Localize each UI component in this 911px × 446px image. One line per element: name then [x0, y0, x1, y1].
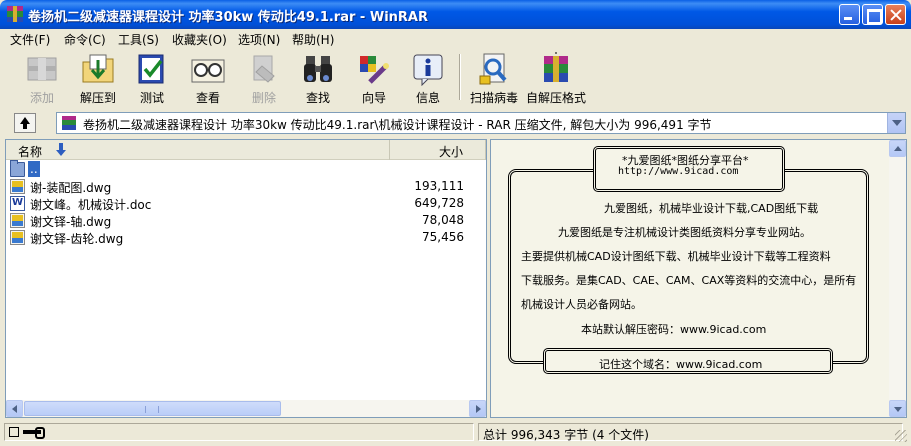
table-row[interactable]: 谢文铎-齿轮.dwg 75,456: [6, 229, 486, 246]
size-column-header[interactable]: 大小: [391, 140, 486, 160]
row-name: 谢文铎-齿轮.dwg: [30, 232, 124, 246]
info-label: 信息: [415, 91, 440, 105]
path-dropdown-arrow-icon[interactable]: [887, 113, 905, 133]
up-one-level-button[interactable]: [14, 113, 36, 133]
resize-grip-icon[interactable]: [895, 430, 907, 442]
sort-down-arrow-icon: [56, 143, 68, 157]
comment-line3: 主要提供机械CAD设计图纸下载、机械毕业设计下载等工程资料: [521, 250, 831, 263]
row-name: 谢-装配图.dwg: [30, 181, 112, 195]
row-name: ..: [28, 161, 40, 177]
add-icon: [27, 57, 57, 81]
maximize-button[interactable]: [862, 4, 883, 25]
virus-scan-icon: [479, 53, 507, 85]
status-total: 总计 996,343 字节 (4 个文件): [483, 428, 649, 442]
menu-file[interactable]: 文件(F): [10, 31, 50, 48]
menu-commands[interactable]: 命令(C): [64, 31, 106, 48]
view-icon: [191, 59, 225, 83]
sfx-button[interactable]: 自解压格式: [526, 50, 586, 106]
column-header: 名称 大小: [6, 140, 486, 160]
size-column-label: 大小: [438, 145, 463, 159]
key-icon[interactable]: [23, 427, 45, 439]
path-bar: 卷扬机二级减速器课程设计 功率30kw 传动比49.1.rar\机械设计课程设计…: [4, 110, 907, 136]
binoculars-icon: [304, 56, 332, 82]
virus-scan-button[interactable]: 扫描病毒: [466, 50, 522, 106]
sfx-label: 自解压格式: [525, 91, 586, 105]
menu-help[interactable]: 帮助(H): [292, 31, 334, 48]
window-title: 卷扬机二级减速器课程设计 功率30kw 传动比49.1.rar - WinRAR: [28, 10, 428, 25]
row-size: 193,111: [414, 179, 464, 193]
comment-line4: 下载服务。是集CAD、CAE、CAM、CAX等资料的交流中心，是所有: [521, 274, 857, 287]
comment-line2: 九爱图纸是专注机械设计类图纸资料分享专业网站。: [558, 226, 811, 239]
scroll-down-arrow-icon[interactable]: [889, 400, 906, 417]
word-doc-icon: [10, 196, 25, 211]
status-bar: 总计 996,343 字节 (4 个文件): [4, 422, 907, 442]
comment-bottom-line: 记住这个域名：www.9icad.com: [599, 358, 763, 371]
menu-favorites[interactable]: 收藏夹(O): [172, 31, 227, 48]
menu-bar: 文件(F) 命令(C) 工具(S) 收藏夹(O) 选项(N) 帮助(H): [4, 29, 907, 47]
row-name: 谢文峰。机械设计.doc: [30, 198, 152, 212]
delete-icon: [253, 55, 275, 83]
scroll-right-arrow-icon[interactable]: [469, 400, 486, 417]
test-icon: [138, 54, 164, 84]
winrar-app-icon[interactable]: [7, 6, 23, 22]
file-list[interactable]: 名称 大小 .. 谢-装配图.dwg 193,111 谢文峰。机械设计.doc …: [5, 139, 487, 418]
row-size: 649,728: [414, 196, 464, 210]
title-bar: 卷扬机二级减速器课程设计 功率30kw 传动比49.1.rar - WinRAR: [0, 0, 911, 29]
comment-line1: 九爱图纸，机械毕业设计下载,CAD图纸下载: [604, 202, 819, 215]
table-row[interactable]: 谢文铎-轴.dwg 78,048: [6, 212, 486, 229]
dwg-file-icon: [10, 230, 25, 245]
menu-options[interactable]: 选项(N): [238, 31, 280, 48]
comment-line6: 本站默认解压密码：www.9icad.com: [581, 323, 767, 336]
table-row[interactable]: 谢-装配图.dwg 193,111: [6, 178, 486, 195]
archive-comment-pane[interactable]: *九爱图纸*图纸分享平台* http://www.9icad.com 九爱图纸，…: [490, 139, 907, 418]
scroll-up-arrow-icon[interactable]: [889, 140, 906, 157]
status-left-panel: [4, 423, 474, 441]
file-list-horizontal-scrollbar[interactable]: [6, 400, 486, 417]
sfx-icon: [544, 52, 568, 82]
path-text: 卷扬机二级减速器课程设计 功率30kw 传动比49.1.rar\机械设计课程设计…: [83, 118, 712, 132]
info-button[interactable]: 信息: [400, 50, 456, 106]
scroll-left-arrow-icon[interactable]: [6, 400, 23, 417]
comment-line5: 机械设计人员必备网站。: [521, 298, 642, 311]
info-icon: [413, 54, 443, 86]
horizontal-scroll-thumb[interactable]: [24, 401, 281, 416]
parent-folder-icon: [10, 160, 25, 177]
comment-vertical-scrollbar[interactable]: [889, 140, 906, 417]
row-name: 谢文铎-轴.dwg: [30, 215, 112, 229]
wizard-icon: [360, 56, 389, 84]
row-size: 78,048: [422, 213, 464, 227]
archive-icon: [62, 116, 76, 130]
close-button[interactable]: [885, 4, 906, 25]
extract-to-icon: [82, 54, 114, 83]
path-combo[interactable]: 卷扬机二级减速器课程设计 功率30kw 传动比49.1.rar\机械设计课程设计…: [56, 112, 906, 134]
dwg-file-icon: [10, 213, 25, 228]
name-column-header[interactable]: 名称: [6, 140, 390, 160]
name-column-label: 名称: [18, 145, 43, 159]
table-row[interactable]: 谢文峰。机械设计.doc 649,728: [6, 195, 486, 212]
minimize-button[interactable]: [839, 4, 860, 25]
table-row-parent[interactable]: ..: [6, 160, 486, 178]
menu-tools[interactable]: 工具(S): [118, 31, 159, 48]
dwg-file-icon: [10, 179, 25, 194]
comment-top-line2: http://www.9icad.com: [618, 166, 739, 177]
toolbar: 添加 解压到 测试 查看 删除 查找 向导 信息 扫描病毒 自解压格式: [4, 48, 907, 108]
status-right-panel: 总计 996,343 字节 (4 个文件): [478, 423, 903, 442]
row-size: 75,456: [422, 230, 464, 244]
drive-icon[interactable]: [9, 427, 19, 437]
